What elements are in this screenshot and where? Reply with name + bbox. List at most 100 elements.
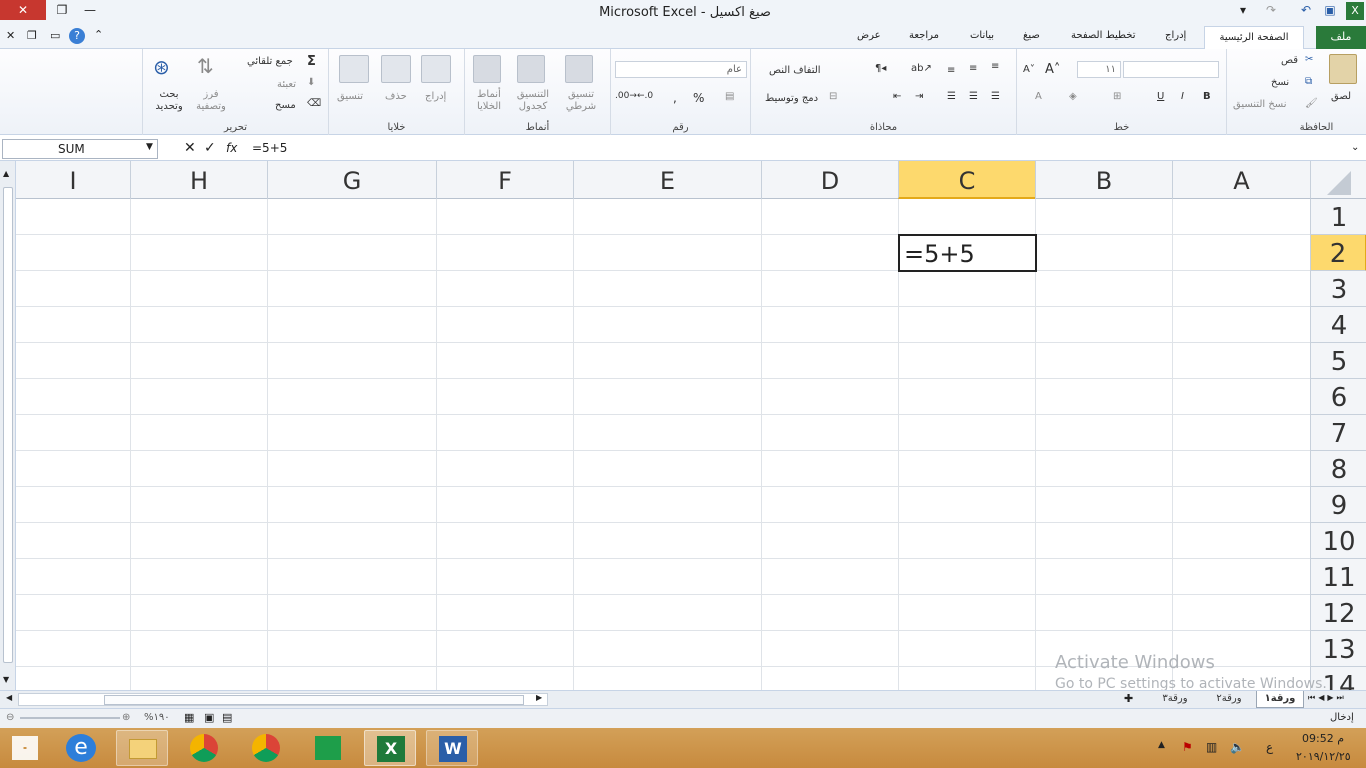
vertical-scrollbar[interactable]: ▲ ▼: [0, 161, 16, 690]
workbook-minimize-icon[interactable]: ▭: [50, 29, 60, 42]
sheet-tab-1[interactable]: ورقة١: [1256, 691, 1304, 708]
delete-cells-icon[interactable]: [381, 55, 411, 83]
align-bottom-icon[interactable]: ≡: [947, 65, 955, 76]
formula-input[interactable]: =5+5: [252, 141, 287, 155]
clock-time[interactable]: 09:52 م: [1302, 732, 1344, 745]
chrome-icon[interactable]: [178, 730, 230, 766]
insert-cells-icon[interactable]: [421, 55, 451, 83]
name-box-dropdown-icon[interactable]: ▼: [146, 142, 153, 152]
name-box[interactable]: SUM: [2, 139, 158, 159]
borders-icon[interactable]: ⊞: [1113, 91, 1121, 102]
font-name-select[interactable]: [1123, 61, 1219, 78]
shrink-font-icon[interactable]: A˅: [1023, 64, 1035, 75]
file-explorer-icon[interactable]: [116, 730, 168, 766]
italic-button[interactable]: I: [1181, 91, 1184, 102]
cell-grid[interactable]: =5+5: [16, 199, 1310, 690]
volume-icon[interactable]: 🔈: [1230, 740, 1245, 754]
underline-button[interactable]: U: [1157, 91, 1164, 102]
format-painter-icon[interactable]: 🖌: [1305, 98, 1318, 109]
show-hidden-icons[interactable]: ▲: [1158, 740, 1165, 750]
conditional-format-button[interactable]: تنسيق شرطي: [559, 89, 603, 113]
sigma-icon[interactable]: Σ: [307, 54, 316, 69]
page-layout-view-icon[interactable]: ▣: [204, 711, 214, 724]
tab-data[interactable]: بيانات: [970, 30, 994, 41]
conditional-format-icon[interactable]: [565, 55, 593, 83]
excel-taskbar-icon[interactable]: X: [364, 730, 416, 766]
row-header-7[interactable]: 7: [1311, 415, 1366, 451]
redo-icon[interactable]: ↷: [1264, 0, 1278, 20]
bold-button[interactable]: B: [1203, 91, 1211, 102]
insert-cells-button[interactable]: إدراج: [425, 91, 446, 102]
eraser-icon[interactable]: ⌫: [307, 98, 321, 109]
restore-button[interactable]: ❐: [50, 0, 74, 20]
sort-filter-icon[interactable]: ⇅: [197, 54, 214, 78]
expand-formula-icon[interactable]: ⌄: [1351, 142, 1359, 153]
horizontal-scroll-thumb[interactable]: [104, 695, 524, 705]
vertical-scroll-thumb[interactable]: [3, 187, 13, 663]
cut-button[interactable]: قص: [1281, 55, 1298, 66]
tab-insert[interactable]: إدراج: [1165, 30, 1186, 41]
find-select-button[interactable]: بحث وتحديد: [149, 89, 189, 113]
format-cells-button[interactable]: تنسيق: [337, 91, 363, 102]
tab-review[interactable]: مراجعة: [909, 30, 939, 41]
delete-cells-button[interactable]: حذف: [385, 91, 407, 102]
row-header-2[interactable]: 2: [1311, 235, 1366, 271]
column-header-A[interactable]: A: [1172, 161, 1310, 199]
scissors-icon[interactable]: ✂: [1305, 54, 1313, 65]
align-center-icon[interactable]: ☰: [969, 91, 978, 102]
fill-icon[interactable]: ⬇: [307, 77, 315, 88]
minimize-button[interactable]: —: [78, 0, 102, 20]
outdent-icon[interactable]: ⇤: [893, 91, 901, 102]
row-header-8[interactable]: 8: [1311, 451, 1366, 487]
font-size-select[interactable]: ١١: [1077, 61, 1121, 78]
scroll-right-icon[interactable]: ▶: [536, 693, 542, 702]
accounting-icon[interactable]: ▤: [725, 91, 734, 102]
copy-icon[interactable]: ⧉: [1305, 76, 1312, 87]
decrease-decimal-icon[interactable]: .00→: [615, 91, 637, 101]
close-button[interactable]: ✕: [0, 0, 46, 20]
word-taskbar-icon[interactable]: W: [426, 730, 478, 766]
row-header-3[interactable]: 3: [1311, 271, 1366, 307]
customize-qat-icon[interactable]: ▾: [1236, 0, 1250, 20]
row-header-1[interactable]: 1: [1311, 199, 1366, 235]
zoom-in-icon[interactable]: ⊕: [122, 712, 130, 723]
zoom-out-icon[interactable]: ⊖: [6, 712, 14, 723]
percent-button[interactable]: %: [693, 91, 704, 105]
clock-date[interactable]: ٢٠١٩/١٢/٢٥: [1296, 750, 1351, 763]
fill-button[interactable]: تعبئة: [277, 79, 296, 90]
tab-formulas[interactable]: صيغ: [1023, 30, 1040, 41]
sort-filter-button[interactable]: فرز وتصفية: [193, 89, 229, 113]
format-table-icon[interactable]: [517, 55, 545, 83]
sheet-nav-icons[interactable]: ⏮◀▶⏭: [1308, 693, 1347, 703]
align-right-icon[interactable]: ☰: [991, 91, 1000, 102]
zoom-slider[interactable]: [20, 717, 120, 719]
select-all-corner[interactable]: [1310, 161, 1366, 199]
network-icon[interactable]: ▥: [1206, 740, 1217, 754]
wrap-text-button[interactable]: التفاف النص: [769, 65, 821, 76]
save-icon[interactable]: ▣: [1322, 0, 1338, 20]
fill-color-icon[interactable]: ◈: [1069, 91, 1077, 102]
column-header-D[interactable]: D: [761, 161, 898, 199]
tab-home[interactable]: الصفحة الرئيسية: [1204, 26, 1304, 50]
increase-decimal-icon[interactable]: ←.0: [637, 91, 653, 101]
row-header-9[interactable]: 9: [1311, 487, 1366, 523]
paste-button[interactable]: لصق: [1331, 91, 1351, 102]
format-table-button[interactable]: التنسيق كجدول: [511, 89, 555, 113]
cell-styles-icon[interactable]: [473, 55, 501, 83]
sheet-tab-3[interactable]: ورقة٣: [1150, 691, 1200, 708]
chrome-icon-2[interactable]: [240, 730, 292, 766]
confirm-entry-icon[interactable]: ✓: [204, 140, 216, 156]
start-windows-icon[interactable]: [12, 736, 38, 760]
insert-function-button[interactable]: fx: [226, 141, 237, 155]
horizontal-scrollbar[interactable]: [18, 693, 548, 706]
row-header-5[interactable]: 5: [1311, 343, 1366, 379]
align-left-icon[interactable]: ☰: [947, 91, 956, 102]
number-format-select[interactable]: عام: [615, 61, 747, 78]
grow-font-icon[interactable]: A˄: [1045, 62, 1060, 77]
column-header-E[interactable]: E: [573, 161, 761, 199]
new-sheet-icon[interactable]: ✚: [1124, 692, 1133, 705]
minimize-ribbon-icon[interactable]: ⌃: [94, 28, 103, 41]
language-indicator[interactable]: ع: [1266, 740, 1273, 754]
row-header-6[interactable]: 6: [1311, 379, 1366, 415]
help-icon[interactable]: ?: [69, 28, 85, 44]
